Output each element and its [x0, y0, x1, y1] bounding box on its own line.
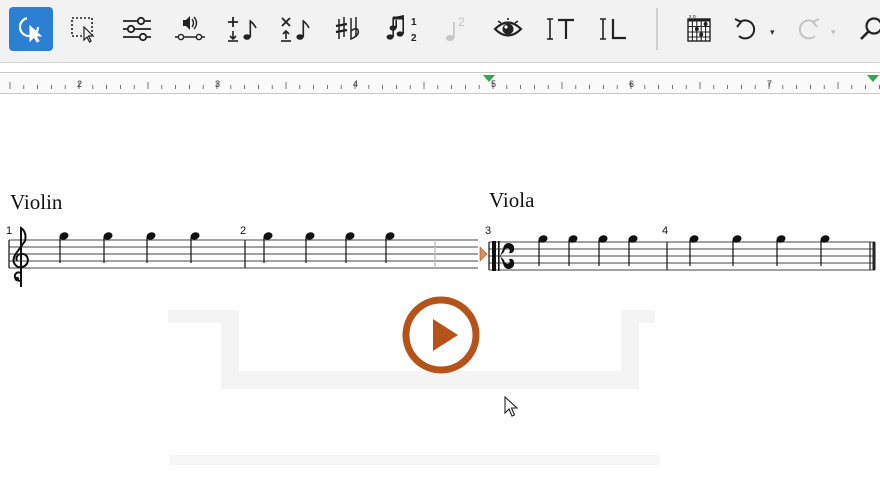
toolbar: 1 2 2 x o ▾ ▾ — [0, 0, 880, 63]
speaker-icon — [175, 16, 205, 41]
redo-icon — [798, 18, 820, 40]
toolbar-separator — [656, 8, 658, 50]
ruler-label: 4 — [353, 79, 359, 89]
voice-2-icon: 2 — [446, 15, 465, 41]
svg-text:2: 2 — [411, 33, 417, 44]
ruler-label: 3 — [215, 79, 221, 89]
undo-history-caret[interactable]: ▾ — [770, 27, 775, 38]
svg-text:2: 2 — [458, 15, 465, 29]
chord-diagram-tool-button[interactable]: x o — [677, 7, 721, 51]
treble-clef-icon — [12, 226, 30, 287]
range-select-tool-button[interactable] — [62, 7, 106, 51]
search-button[interactable] — [850, 7, 880, 51]
svg-text:1: 1 — [411, 17, 417, 28]
undo-icon — [734, 18, 756, 40]
text-tool-button[interactable] — [539, 7, 583, 51]
accidentals-icon — [335, 17, 360, 41]
ruler-ticks — [9, 75, 880, 89]
mouse-cursor-icon — [504, 396, 519, 417]
play-button[interactable] — [400, 294, 482, 376]
viola-staff — [489, 241, 875, 271]
properties-tool-button[interactable] — [115, 7, 159, 51]
visibility-tool-button[interactable] — [486, 7, 530, 51]
measure-continuation-arrow — [479, 246, 488, 262]
text-insert-icon — [547, 18, 574, 40]
select-arrow-icon — [18, 16, 43, 43]
ruler-label: 7 — [767, 79, 773, 89]
remove-note-tool-button[interactable] — [274, 7, 318, 51]
svg-text:x o: x o — [689, 14, 696, 20]
staff-system[interactable] — [0, 95, 880, 480]
play-icon — [402, 296, 480, 374]
lyrics-tool-button[interactable] — [592, 7, 636, 51]
redo-history-caret[interactable]: ▾ — [831, 27, 836, 38]
select-tool-button[interactable] — [9, 7, 53, 51]
ruler[interactable]: 2 3 4 5 6 7 — [0, 72, 880, 94]
add-note-tool-button[interactable] — [221, 7, 265, 51]
ruler-label: 6 — [629, 79, 635, 89]
voice-2-tool-button[interactable]: 2 — [433, 7, 477, 51]
playback-tool-button[interactable] — [168, 7, 212, 51]
undo-button[interactable] — [724, 7, 768, 51]
lyrics-insert-icon — [600, 18, 626, 40]
redo-button[interactable] — [786, 7, 830, 51]
range-select-icon — [71, 17, 95, 43]
search-icon — [860, 17, 880, 40]
ruler-marker-end — [867, 75, 879, 82]
voices-icon: 1 2 — [386, 15, 417, 44]
voices-tool-button[interactable]: 1 2 — [380, 7, 424, 51]
ruler-label: 5 — [491, 79, 497, 89]
sliders-icon — [123, 16, 151, 42]
eye-icon — [493, 18, 523, 37]
score-canvas[interactable]: Violin Viola 1 2 3 4 — [0, 95, 880, 480]
chord-grid-icon: x o — [687, 14, 711, 42]
ruler-label: 2 — [77, 79, 83, 89]
accidentals-tool-button[interactable] — [327, 7, 371, 51]
add-note-icon — [228, 17, 257, 42]
violin-staff — [9, 239, 478, 269]
remove-note-icon — [281, 17, 310, 42]
